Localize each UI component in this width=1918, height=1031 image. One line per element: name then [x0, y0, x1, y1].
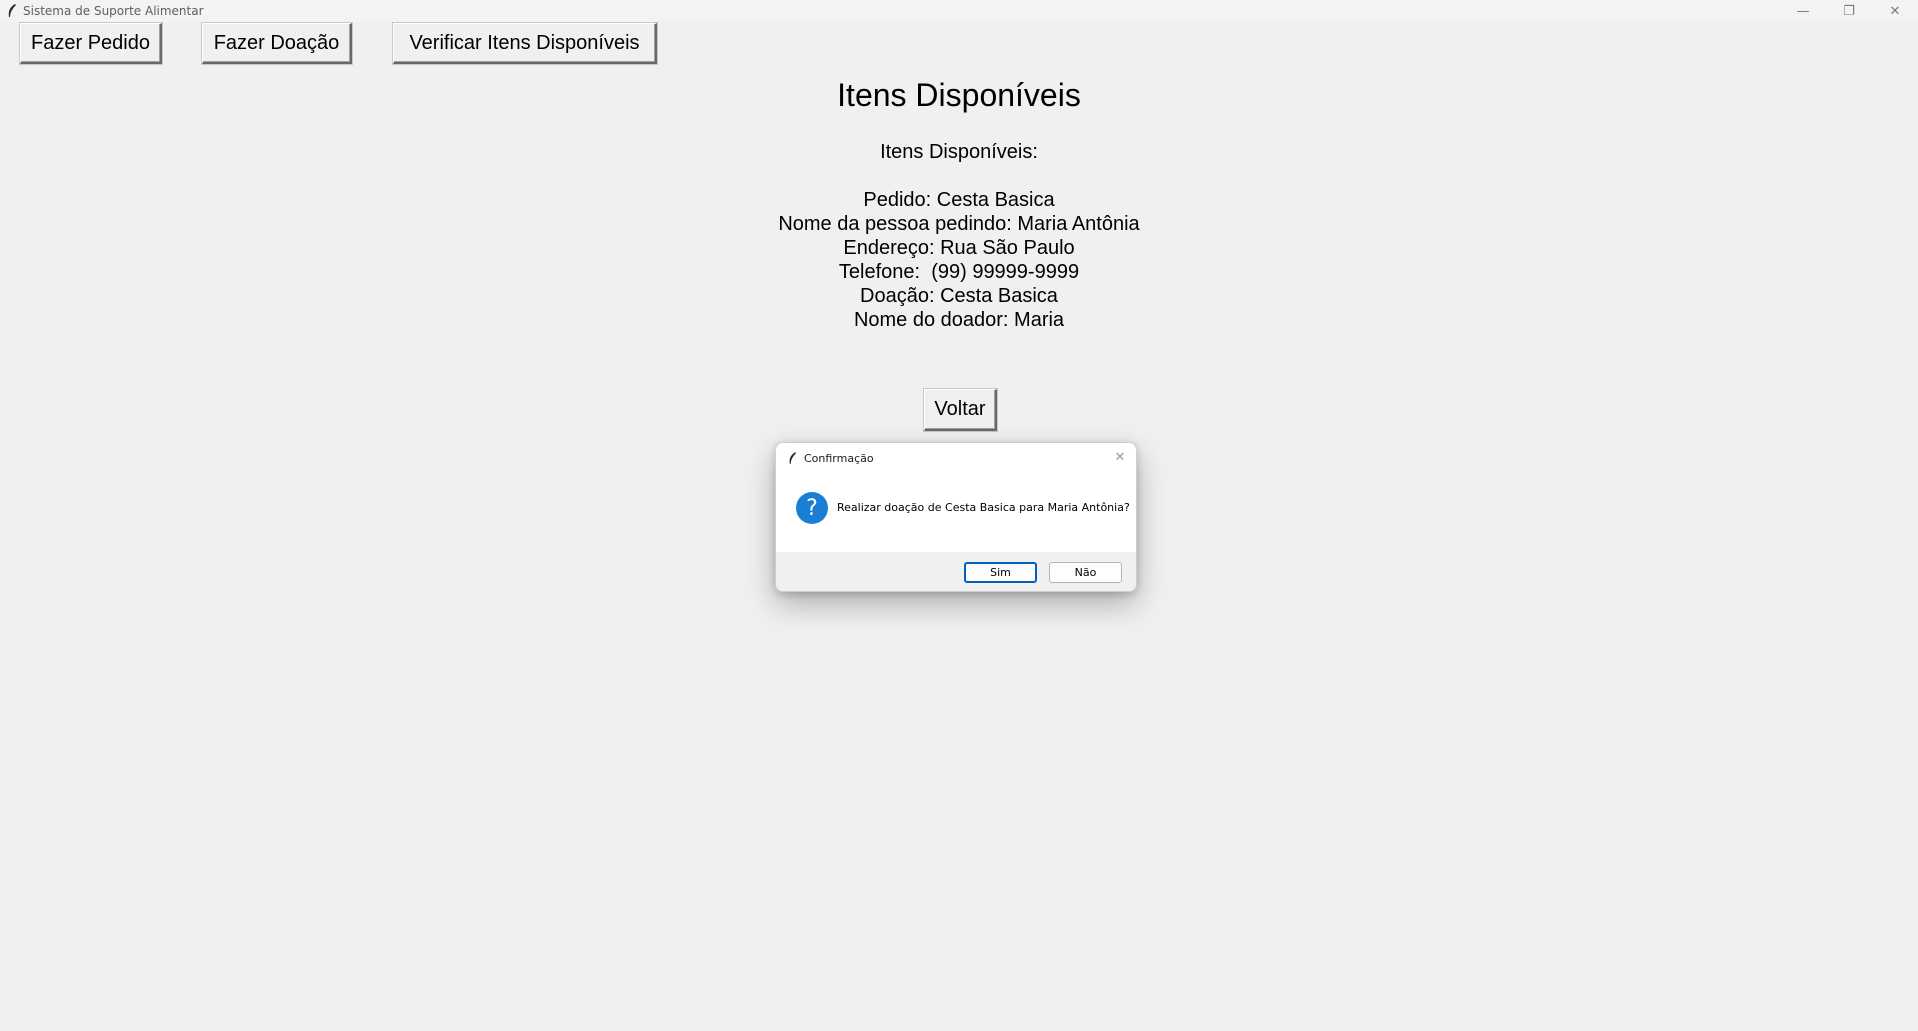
- dialog-message: Realizar doação de Cesta Basica para Mar…: [837, 501, 1130, 514]
- dialog-footer: Sim Não: [776, 552, 1136, 591]
- phone-line: Telefone: (99) 99999-9999: [838, 261, 1080, 283]
- main-window: Sistema de Suporte Alimentar — ❐ ✕ Fazer…: [0, 0, 1918, 1031]
- confirmation-dialog: Confirmação ✕ ? Realizar doação de Cesta…: [775, 442, 1137, 592]
- question-icon: ?: [796, 492, 828, 524]
- minimize-icon[interactable]: —: [1780, 0, 1826, 22]
- feather-icon: [4, 3, 20, 19]
- donation-line: Doação: Cesta Basica: [860, 285, 1058, 307]
- page-title: Itens Disponíveis: [837, 77, 1081, 113]
- dialog-title-bar[interactable]: Confirmação ✕: [776, 443, 1136, 473]
- dialog-title: Confirmação: [804, 451, 874, 465]
- pedido-line: Pedido: Cesta Basica: [863, 189, 1055, 211]
- verificar-itens-button[interactable]: Verificar Itens Disponíveis: [393, 23, 657, 64]
- close-icon[interactable]: ✕: [1872, 0, 1918, 22]
- voltar-button[interactable]: Voltar: [924, 389, 997, 431]
- donor-name-line: Nome do doador: Maria: [853, 309, 1065, 331]
- items-info: Itens Disponíveis: Pedido: Cesta Basica …: [0, 140, 1918, 332]
- address-line: Endereço: Rua São Paulo: [843, 237, 1075, 259]
- restore-icon[interactable]: ❐: [1826, 0, 1872, 22]
- items-info-spacer: [0, 164, 1918, 188]
- feather-icon: [785, 451, 799, 465]
- nao-button[interactable]: Não: [1049, 562, 1122, 583]
- dialog-body: ? Realizar doação de Cesta Basica para M…: [776, 473, 1136, 552]
- items-info-header: Itens Disponíveis:: [880, 141, 1038, 163]
- fazer-doacao-button[interactable]: Fazer Doação: [202, 23, 352, 64]
- sim-button[interactable]: Sim: [964, 562, 1037, 583]
- fazer-pedido-button[interactable]: Fazer Pedido: [20, 23, 162, 64]
- requester-name-line: Nome da pessoa pedindo: Maria Antônia: [778, 213, 1140, 235]
- window-controls: — ❐ ✕: [1780, 0, 1918, 22]
- close-icon[interactable]: ✕: [1112, 449, 1128, 465]
- title-bar[interactable]: Sistema de Suporte Alimentar — ❐ ✕: [0, 0, 1918, 22]
- window-title: Sistema de Suporte Alimentar: [23, 4, 204, 18]
